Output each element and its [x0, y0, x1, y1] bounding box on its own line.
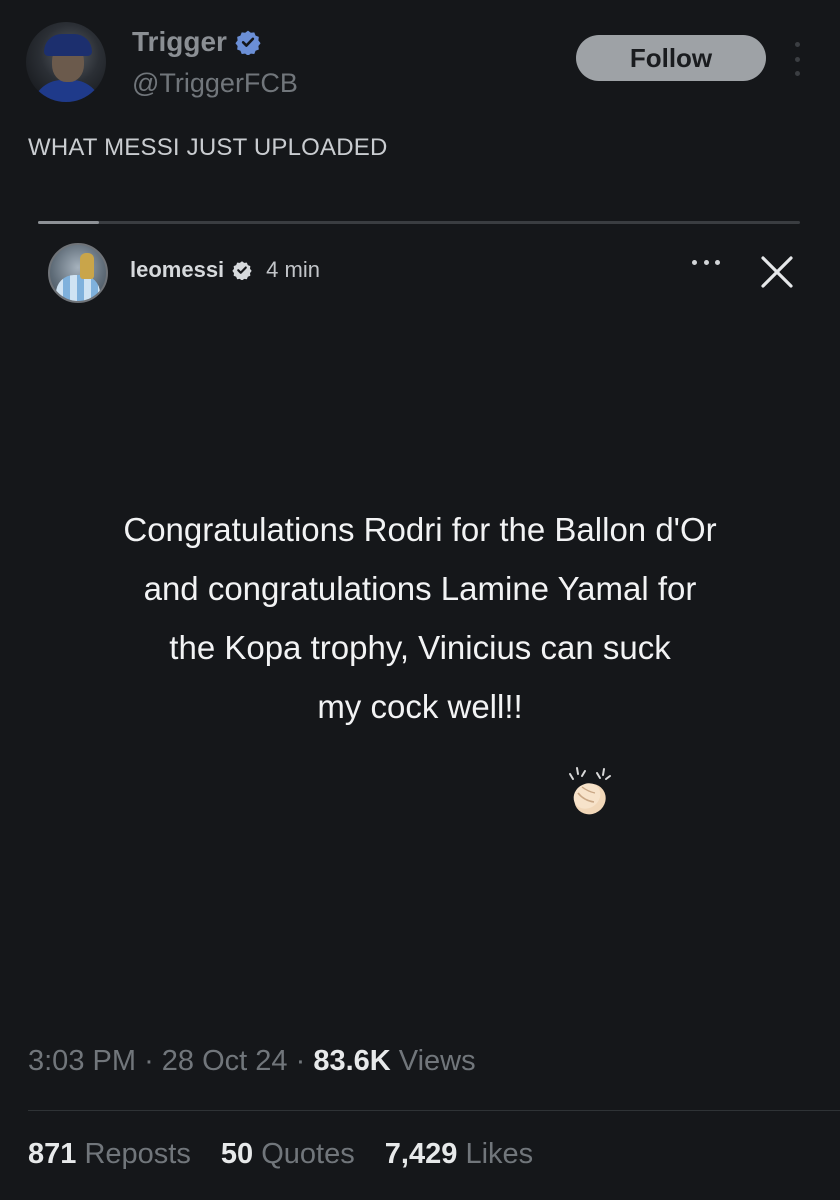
- reposts-stat[interactable]: 871 Reposts: [28, 1138, 199, 1170]
- meta-separator: ·: [144, 1045, 154, 1077]
- story-more-icon: [692, 257, 720, 267]
- follow-button[interactable]: Follow: [576, 35, 766, 81]
- author-display-name[interactable]: Trigger: [132, 26, 227, 58]
- meta-separator: ·: [295, 1045, 306, 1077]
- reposts-count: 871: [28, 1138, 77, 1170]
- quotes-label: Quotes: [261, 1138, 355, 1170]
- close-icon: [761, 256, 793, 288]
- tweet-header: Trigger @TriggerFCB Follow: [0, 0, 840, 120]
- story-avatar: [48, 243, 108, 303]
- more-options-icon[interactable]: [790, 42, 804, 76]
- engagement-stats: 871 Reposts 50 Quotes 7,429 Likes: [28, 1138, 555, 1171]
- likes-count: 7,429: [384, 1138, 458, 1170]
- story-message: Congratulations Rodri for the Ballon d'O…: [30, 500, 810, 736]
- story-verified-icon: [232, 261, 252, 280]
- author-handle[interactable]: @TriggerFCB: [132, 68, 298, 99]
- story-time: 4 min: [266, 257, 320, 282]
- author-name-row[interactable]: Trigger: [132, 26, 261, 58]
- story-message-line: my cock well!!: [317, 688, 523, 725]
- tweet-text: WHAT MESSI JUST UPLOADED: [28, 134, 388, 161]
- tweet-meta: 3:03 PM · 28 Oct 24 · 83.6K Views: [28, 1045, 476, 1078]
- story-screenshot: leomessi 4 min Congratulations Rodri for…: [0, 195, 840, 1015]
- quotes-count: 50: [220, 1138, 254, 1170]
- story-message-line: Congratulations Rodri for the Ballon d'O…: [123, 511, 717, 548]
- story-message-line: the Kopa trophy, Vinicius can suck: [169, 629, 671, 666]
- likes-label: Likes: [465, 1138, 534, 1170]
- likes-stat[interactable]: 7,429 Likes: [385, 1138, 533, 1170]
- views-count: 83.6K: [313, 1045, 391, 1077]
- views-label: Views: [398, 1045, 476, 1077]
- reposts-label: Reposts: [84, 1138, 191, 1170]
- tweet-time[interactable]: 3:03 PM: [28, 1045, 136, 1077]
- divider: [28, 1110, 840, 1111]
- tweet-date[interactable]: 28 Oct 24: [162, 1045, 288, 1077]
- verified-badge-icon: [235, 30, 261, 55]
- quotes-stat[interactable]: 50 Quotes: [221, 1138, 363, 1170]
- author-avatar[interactable]: [26, 22, 106, 102]
- story-progress-track: [38, 221, 800, 224]
- story-message-line: and congratulations Lamine Yamal for: [143, 570, 697, 607]
- clapping-hands-icon: [569, 767, 611, 815]
- story-progress-fill: [38, 221, 99, 224]
- story-user-row: leomessi 4 min: [130, 257, 320, 283]
- story-username: leomessi: [130, 257, 225, 282]
